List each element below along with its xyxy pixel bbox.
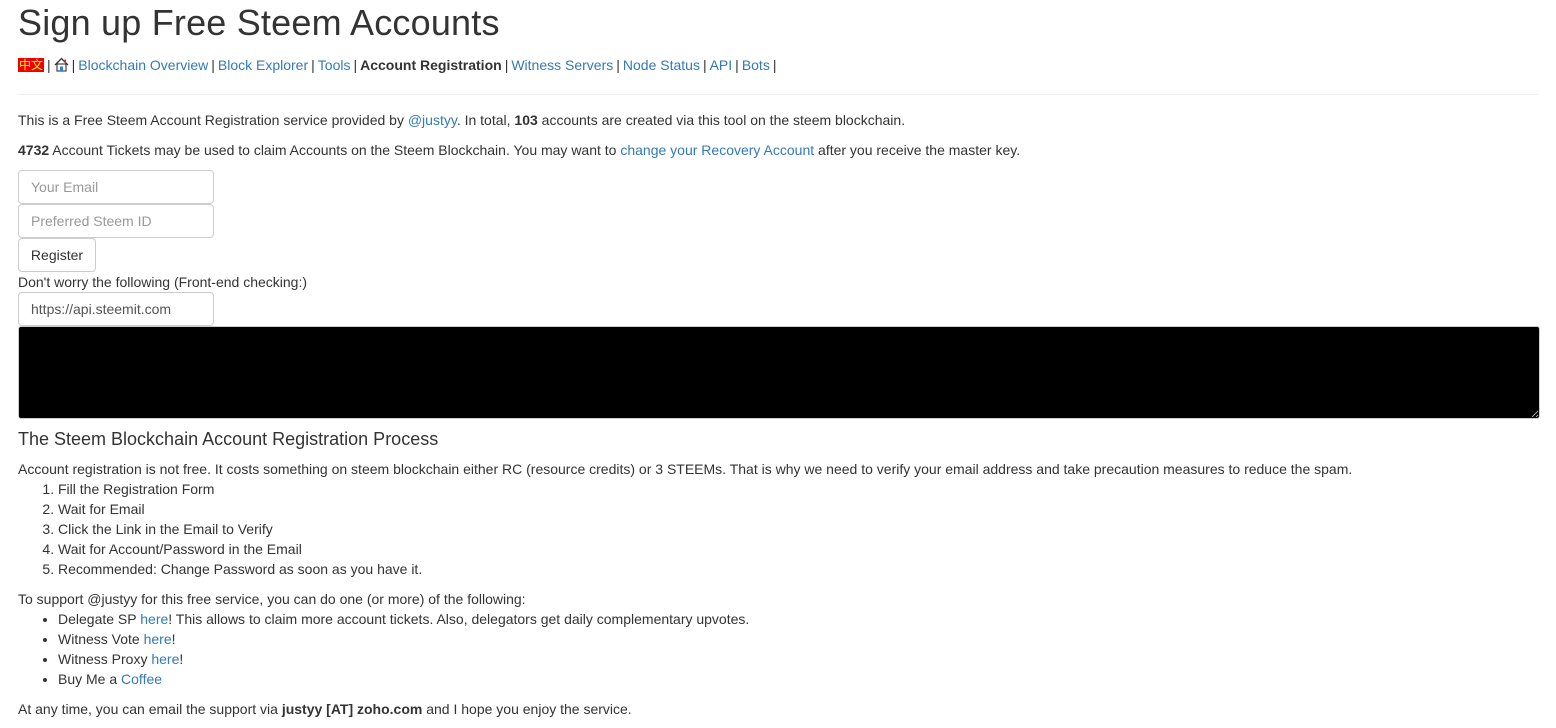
divider (18, 94, 1538, 95)
tickets-text-part: after you receive the master key. (814, 142, 1021, 158)
change-recovery-account-link[interactable]: change your Recovery Account (620, 142, 814, 158)
nav-witness-servers[interactable]: Witness Servers (511, 57, 613, 73)
intro-text-part: This is a Free Steem Account Registratio… (18, 112, 408, 128)
support-item-text: Witness Proxy (58, 651, 152, 667)
support-list: Delegate SP here! This allows to claim m… (18, 609, 1538, 689)
process-steps: Fill the Registration Form Wait for Emai… (18, 479, 1538, 579)
nav-node-status[interactable]: Node Status (623, 57, 700, 73)
output-console[interactable] (18, 326, 1540, 419)
nav-separator: | (504, 57, 509, 73)
email-input[interactable] (18, 170, 214, 204)
nav-separator: | (47, 57, 51, 73)
provider-link[interactable]: @justyy (408, 112, 457, 128)
process-step: Fill the Registration Form (58, 479, 1538, 499)
register-button[interactable]: Register (18, 238, 96, 272)
contact-text-part: At any time, you can email the support v… (18, 701, 282, 717)
nav-separator: | (311, 57, 315, 73)
nav-separator: | (616, 57, 620, 73)
nav-account-registration: Account Registration (360, 57, 502, 73)
support-email: justyy [AT] zoho.com (281, 701, 423, 717)
support-item-coffee: Buy Me a Coffee (58, 669, 1538, 689)
support-item-text: ! (171, 631, 176, 647)
nav-separator: | (772, 57, 777, 73)
intro-text: This is a Free Steem Account Registratio… (18, 110, 1538, 130)
page-title: Sign up Free Steem Accounts (18, 2, 500, 43)
nav-separator: | (735, 57, 739, 73)
home-icon[interactable] (54, 57, 69, 72)
nav-api[interactable]: API (710, 57, 733, 73)
tickets-text: 4732 Account Tickets may be used to clai… (18, 140, 1538, 160)
accounts-created-count: 103 (514, 112, 538, 128)
witness-proxy-link[interactable]: here (151, 651, 179, 667)
contact-text-part: and I hope you enjoy the service. (422, 701, 632, 717)
support-item-witness-proxy: Witness Proxy here! (58, 649, 1538, 669)
support-item-text: Delegate SP (58, 611, 141, 627)
process-heading: The Steem Blockchain Account Registratio… (18, 429, 439, 449)
tickets-text-part: Account Tickets may be used to claim Acc… (49, 142, 621, 158)
nav-separator: | (71, 57, 76, 73)
top-nav: 中文 | | Blockchain Overview | Block Explorer |… (18, 55, 1538, 75)
witness-vote-link[interactable]: here (144, 631, 172, 647)
nav-separator: | (353, 57, 358, 73)
process-step: Wait for Email (58, 499, 1538, 519)
intro-text-part: accounts are created via this tool on th… (537, 112, 906, 128)
intro-text-part: . In total, (456, 112, 515, 128)
support-intro: To support @justyy for this free service… (18, 591, 526, 607)
chinese-language-link[interactable]: 中文 (18, 58, 45, 72)
delegate-sp-link[interactable]: here (140, 611, 168, 627)
contact-text: At any time, you can email the support v… (18, 699, 1538, 719)
process-step: Recommended: Change Password as soon as … (58, 559, 1538, 579)
tickets-count: 4732 (18, 142, 50, 158)
support-item-delegate: Delegate SP here! This allows to claim m… (58, 609, 1538, 629)
buy-coffee-link[interactable]: Coffee (121, 671, 162, 687)
steem-id-input[interactable] (18, 204, 214, 238)
nav-separator: | (211, 57, 215, 73)
nav-blockchain-overview[interactable]: Blockchain Overview (78, 57, 208, 73)
process-step: Click the Link in the Email to Verify (58, 519, 1538, 539)
support-item-text: Buy Me a (58, 671, 122, 687)
support-item-text: ! This allows to claim more account tick… (168, 611, 750, 627)
nav-separator: | (702, 57, 707, 73)
nav-block-explorer[interactable]: Block Explorer (218, 57, 308, 73)
support-item-text: ! (179, 651, 184, 667)
support-item-text: Witness Vote (58, 631, 144, 647)
nav-bots[interactable]: Bots (742, 57, 770, 73)
api-node-input[interactable] (18, 292, 214, 326)
nav-tools[interactable]: Tools (318, 57, 351, 73)
frontend-note: Don't worry the following (Front-end che… (18, 274, 308, 290)
page-container: Sign up Free Steem Accounts 中文 | | Blockch… (0, 0, 1556, 719)
support-item-witness-vote: Witness Vote here! (58, 629, 1538, 649)
process-step: Wait for Account/Password in the Email (58, 539, 1538, 559)
process-description: Account registration is not free. It cos… (18, 461, 1353, 477)
